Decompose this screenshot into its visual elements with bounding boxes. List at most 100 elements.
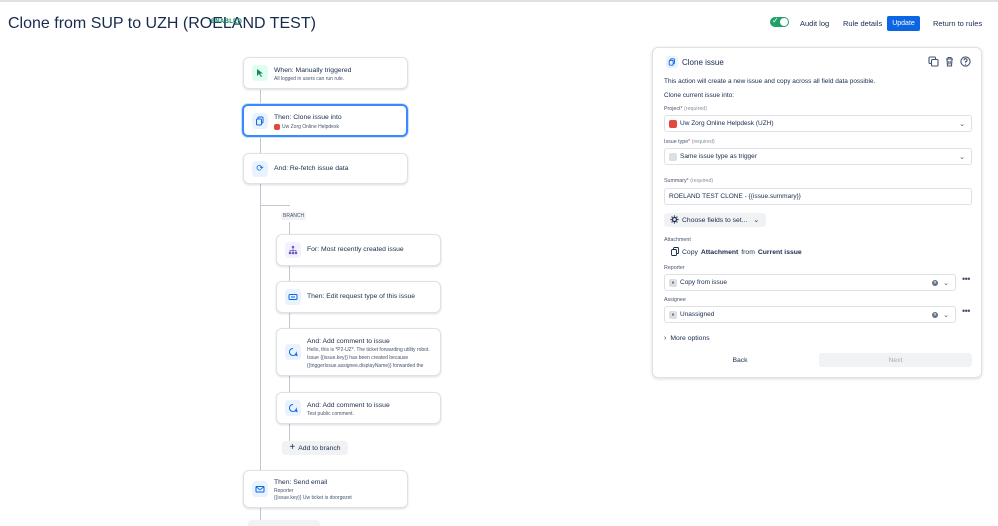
required-hint: (required): [684, 106, 708, 112]
attachment-row: Copy Attachment from Current issue: [671, 247, 802, 258]
check-icon: ✓: [772, 16, 779, 25]
card-line-1: Hello, this is *P2-UZ*. The ticket forwa…: [307, 347, 430, 353]
choose-fields-button[interactable]: Choose fields to set... ⌄: [664, 213, 766, 227]
chevron-down-icon: ⌄: [943, 311, 949, 319]
reporter-value: Copy from issue: [680, 279, 727, 286]
panel-title: Clone issue: [682, 58, 724, 67]
card-line-3: {{triggerIssue.assignee.displayName}} fo…: [307, 363, 424, 369]
branch-joint: [260, 205, 290, 206]
trash-icon[interactable]: [943, 55, 955, 68]
comment-card-1[interactable]: And: Add comment to issue Hello, this is…: [276, 328, 441, 376]
comment-card-2[interactable]: And: Add comment to issue Test public co…: [276, 392, 441, 424]
card-subtitle: All logged in users can run rule.: [274, 76, 345, 82]
trigger-card[interactable]: When: Manually triggered All logged in u…: [243, 57, 408, 89]
audit-log-button[interactable]: Audit log: [800, 19, 829, 28]
user-icon: ●: [669, 310, 677, 319]
more-options-label: More options: [670, 335, 710, 342]
chevron-right-icon: ›: [664, 335, 667, 342]
clone-issue-card[interactable]: Then: Clone issue into Uw Zorg Online He…: [242, 104, 408, 137]
assignee-select[interactable]: ● Unassigned ✕ ⌄: [664, 306, 956, 323]
project-label: Project* (required): [664, 106, 708, 112]
more-options-toggle[interactable]: › More options: [664, 335, 710, 342]
chevron-down-icon: ⌄: [753, 217, 760, 224]
card-title: Then: Edit request type of this issue: [307, 293, 416, 300]
card-title: When: Manually triggered: [274, 67, 352, 74]
summary-value: ROELAND TEST CLONE - {{issue.summary}}: [669, 193, 801, 200]
add-to-branch-label: Add to branch: [298, 444, 341, 452]
comment-icon: [285, 344, 301, 360]
attachment-word: Attachment: [700, 249, 739, 256]
edit-request-card[interactable]: Then: Edit request type of this issue: [276, 281, 441, 313]
enable-toggle[interactable]: ✓: [770, 16, 789, 27]
attachment-source: Current issue: [757, 249, 802, 256]
clone-issue-panel: Clone issue This action will create a ne…: [652, 47, 982, 378]
gear-icon: [670, 214, 679, 226]
required-hint: (required): [690, 178, 714, 184]
issue-type-select[interactable]: Same issue type as trigger ⌄: [664, 148, 972, 165]
refetch-card[interactable]: ⟳ And: Re-fetch issue data: [243, 153, 408, 184]
project-icon: [274, 124, 280, 130]
cursor-click-icon: [252, 65, 268, 81]
rule-details-button[interactable]: Rule details: [843, 19, 882, 28]
card-title: Then: Send email: [274, 479, 328, 486]
branch-for-card[interactable]: For: Most recently created issue: [276, 234, 441, 266]
required-hint: (required): [691, 139, 715, 145]
toggle-knob: [780, 18, 788, 26]
project-select[interactable]: Uw Zorg Online Helpdesk (UZH) ⌄: [664, 115, 972, 132]
assignee-more-icon[interactable]: •••: [962, 306, 970, 316]
issue-type-icon: [669, 152, 677, 161]
top-border: [0, 0, 998, 2]
card-subtitle: Test public comment.: [307, 411, 354, 417]
issue-type-label-text: Issue type: [664, 139, 689, 145]
card-subtitle: Uw Zorg Online Helpdesk: [282, 124, 339, 130]
summary-label-text: Summary: [664, 178, 687, 184]
attachment-from: from: [741, 249, 755, 256]
chevron-down-icon: ⌄: [943, 279, 949, 287]
card-title: Then: Clone issue into: [274, 114, 342, 121]
next-button[interactable]: Next: [819, 353, 972, 367]
user-icon: ●: [669, 278, 677, 287]
edit-icon: [285, 289, 301, 305]
issue-type-value: Same issue type as trigger: [680, 153, 757, 160]
card-line-2: {{issue.key}} Uw ticket is doorgezet: [274, 495, 352, 501]
branch-label: BRANCH: [281, 212, 307, 220]
add-to-branch-button[interactable]: + Add to branch: [282, 441, 348, 455]
issue-type-label: Issue type* (required): [664, 139, 715, 145]
project-label-text: Project: [664, 106, 681, 112]
assignee-label: Assignee: [664, 297, 686, 303]
panel-toolbar: [927, 55, 971, 68]
reporter-select[interactable]: ● Copy from issue ✕ ⌄: [664, 274, 956, 291]
copy-icon: [666, 56, 678, 68]
card-title: And: Re-fetch issue data: [274, 165, 349, 172]
card-title: And: Add comment to issue: [307, 402, 390, 409]
refresh-icon: ⟳: [252, 160, 268, 177]
chevron-down-icon: ⌄: [959, 120, 965, 128]
project-icon: [669, 119, 677, 128]
branch-icon: [285, 242, 301, 258]
attachment-copy: Copy: [682, 249, 698, 256]
update-button[interactable]: Update: [887, 16, 920, 31]
reporter-more-icon[interactable]: •••: [962, 274, 970, 284]
card-subtitle-row: Uw Zorg Online Helpdesk: [274, 124, 339, 130]
duplicate-icon[interactable]: [927, 55, 939, 68]
send-email-card[interactable]: Then: Send email Reporter {{issue.key}} …: [243, 470, 408, 508]
plus-icon: +: [289, 442, 296, 453]
next-card-stub: [248, 520, 320, 526]
summary-input[interactable]: ROELAND TEST CLONE - {{issue.summary}}: [664, 188, 972, 205]
attachment-label: Attachment: [664, 237, 691, 243]
copy-icon: [252, 112, 268, 129]
back-button[interactable]: Back: [664, 353, 816, 367]
return-to-rules-button[interactable]: Return to rules: [933, 19, 982, 28]
card-line-2: Issue {{issue.key}} has been created bec…: [307, 355, 409, 361]
choose-fields-label: Choose fields to set...: [682, 216, 748, 224]
clear-icon[interactable]: ✕: [932, 279, 938, 286]
project-value: Uw Zorg Online Helpdesk (UZH): [680, 120, 774, 127]
reporter-label: Reporter: [664, 265, 685, 271]
clear-icon[interactable]: ✕: [932, 311, 938, 318]
card-line-1: Reporter: [274, 488, 294, 494]
assignee-value: Unassigned: [680, 311, 715, 318]
help-icon[interactable]: [959, 55, 971, 68]
summary-label: Summary* (required): [664, 178, 714, 184]
card-title: And: Add comment to issue: [307, 338, 390, 345]
chevron-down-icon: ⌄: [959, 153, 965, 161]
